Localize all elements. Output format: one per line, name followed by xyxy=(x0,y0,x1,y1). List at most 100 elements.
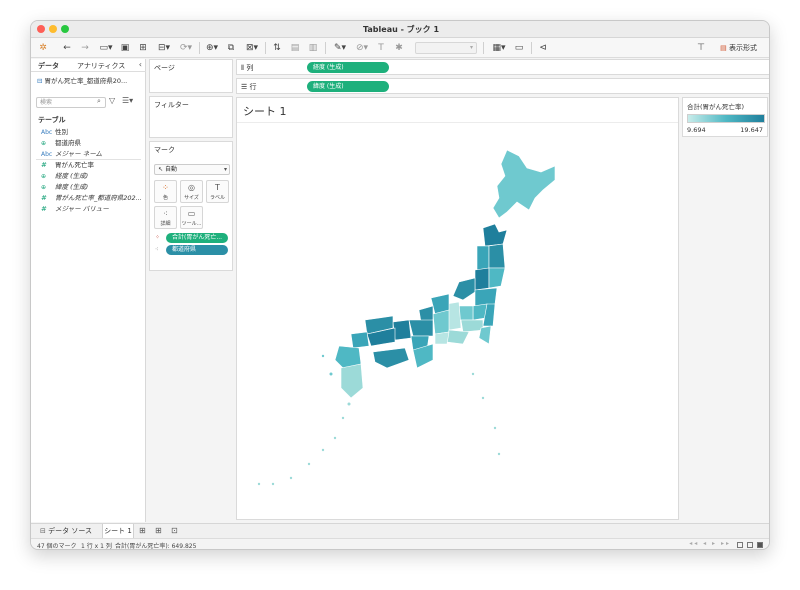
color-field-pill[interactable]: 合計(胃がん死亡... xyxy=(166,233,228,243)
region-aomori[interactable] xyxy=(482,223,508,247)
pause-updates-icon[interactable]: ⊟▾ xyxy=(155,41,173,55)
presentation-mode-icon[interactable]: ▭ xyxy=(513,41,525,55)
share-icon[interactable]: ⊲ xyxy=(537,41,549,55)
filters-card[interactable]: フィルター xyxy=(149,96,233,138)
region-shikoku[interactable] xyxy=(372,347,410,369)
fit-select[interactable]: ▾ xyxy=(415,42,477,54)
pin-icon[interactable]: ⊤ xyxy=(695,41,707,55)
region-akita[interactable] xyxy=(476,245,490,271)
sort-ascending-icon[interactable]: ▤ xyxy=(289,41,301,55)
island-mark xyxy=(289,476,293,480)
island-mark xyxy=(329,372,333,376)
tab-data[interactable]: データ xyxy=(38,61,59,71)
region-gunma[interactable] xyxy=(458,305,474,321)
region-iwate[interactable] xyxy=(488,243,506,269)
filter-icon[interactable]: ▽ xyxy=(109,96,115,105)
mark-type-select[interactable]: ↖ 自動 ▾ xyxy=(154,164,230,175)
list-view-icon[interactable] xyxy=(747,542,753,548)
group-members-icon[interactable]: ⊘▾ xyxy=(353,41,371,55)
island-mark xyxy=(271,482,275,486)
datasource-item[interactable]: ⊟ 胃がん死亡率_都道府県20... xyxy=(37,75,141,85)
grid-view-icon[interactable] xyxy=(737,542,743,548)
marks-card-title: マーク xyxy=(154,146,175,154)
duplicate-sheet-icon[interactable]: ⧉ xyxy=(225,41,237,55)
region-fukui[interactable] xyxy=(418,305,434,323)
show-cards-icon[interactable]: ▦▾ xyxy=(489,41,509,55)
forward-icon[interactable]: → xyxy=(79,41,91,55)
run-update-icon[interactable]: ⟳▾ xyxy=(177,41,195,55)
field-item[interactable]: ⊕ 緯度 (生成) xyxy=(41,182,88,192)
sort-descending-icon[interactable]: ▥ xyxy=(307,41,319,55)
save-icon[interactable]: ▣ xyxy=(119,41,131,55)
show-me-button[interactable]: ▤ 表示形式 xyxy=(720,42,757,54)
label-button[interactable]: T ラベル xyxy=(206,180,229,203)
title-bar: Tableau - ブック 1 xyxy=(31,21,769,38)
island-mark xyxy=(333,436,337,440)
region-kyoto-shiga[interactable] xyxy=(408,319,434,337)
search-icon: ⌕ xyxy=(97,97,101,105)
size-button[interactable]: ◎ サイズ xyxy=(180,180,203,203)
tableau-logo-icon[interactable]: ✲ xyxy=(37,41,49,55)
color-button[interactable]: ⁘ 色 xyxy=(154,180,177,203)
field-item[interactable]: # 胃がん死亡率_都道府県202... xyxy=(41,193,142,203)
region-hyogo[interactable] xyxy=(392,319,412,341)
field-item[interactable]: # 胃がん死亡率 xyxy=(41,160,94,170)
region-chiba[interactable] xyxy=(478,325,492,345)
region-miyagi[interactable] xyxy=(488,267,506,289)
columns-pill[interactable]: 経度 (生成) xyxy=(307,62,389,73)
filmstrip-view-icon[interactable] xyxy=(757,542,763,548)
region-yamagata[interactable] xyxy=(474,267,490,291)
connect-data-icon[interactable]: ▭▾ xyxy=(96,41,116,55)
show-mark-labels-icon[interactable]: T xyxy=(375,41,387,55)
region-shizuoka[interactable] xyxy=(446,329,470,345)
region-hokkaido[interactable] xyxy=(492,149,556,219)
fix-axes-icon[interactable]: ✱ xyxy=(393,41,405,55)
cards-column: ページ フィルター マーク ↖ 自動 ▾ ⁘ 色 ◎ サイズ T ラベル ⁖ 詳細 ▭ ツー… xyxy=(147,59,234,522)
toolbar-separator xyxy=(199,42,200,54)
region-saitama-tokyo[interactable] xyxy=(460,319,484,333)
rows-pill[interactable]: 緯度 (生成) xyxy=(307,81,389,92)
field-search-input[interactable]: 検索 xyxy=(36,97,106,108)
region-gifu[interactable] xyxy=(432,309,450,335)
new-worksheet-icon[interactable]: ⊕▾ xyxy=(203,41,221,55)
swap-rows-columns-icon[interactable]: ⇅ xyxy=(271,41,283,55)
color-icon: ⁘ xyxy=(162,183,169,192)
new-story-icon[interactable]: ⊡ xyxy=(171,524,178,538)
japan-map[interactable] xyxy=(237,98,680,521)
tab-data-source[interactable]: ⊟ データ ソース xyxy=(36,524,102,538)
region-aichi[interactable] xyxy=(434,331,450,345)
island-mark xyxy=(257,482,261,486)
new-worksheet-icon[interactable]: ⊞ xyxy=(139,524,146,538)
tooltip-button[interactable]: ▭ ツール... xyxy=(180,206,203,229)
pages-card[interactable]: ページ xyxy=(149,59,233,93)
sheet-nav-icons[interactable]: ◂◂ ◂ ▸ ▸▸ xyxy=(689,540,731,547)
tab-analytics[interactable]: アナリティクス xyxy=(77,61,125,71)
view-options-icon[interactable]: ☰▾ xyxy=(122,96,133,105)
new-dashboard-icon[interactable]: ⊞ xyxy=(155,524,162,538)
region-niigata[interactable] xyxy=(452,277,476,301)
field-item[interactable]: Abc 性別 xyxy=(41,127,68,137)
data-pane-tabs: データ アナリティクス ‹ xyxy=(31,59,146,72)
collapse-pane-icon[interactable]: ‹ xyxy=(139,60,142,69)
globe-icon: ⊕ xyxy=(41,173,47,180)
detail-field-pill[interactable]: 都道府県 xyxy=(166,245,228,255)
filters-card-title: フィルター xyxy=(154,101,189,109)
region-yamaguchi[interactable] xyxy=(350,331,370,349)
field-item[interactable]: ⊕ 経度 (生成) xyxy=(41,171,88,181)
back-icon[interactable]: ← xyxy=(61,41,73,55)
status-dims: 1 行 x 1 列 xyxy=(81,543,112,550)
region-fukushima[interactable] xyxy=(474,287,498,307)
field-item[interactable]: ⊕ 都道府県 xyxy=(41,138,81,148)
rows-shelf[interactable]: ☰ 行 緯度 (生成) xyxy=(236,78,769,94)
field-item[interactable]: # メジャー バリュー xyxy=(41,204,109,214)
field-item[interactable]: Abc メジャー ネーム xyxy=(41,149,102,159)
highlight-icon[interactable]: ✎▾ xyxy=(331,41,349,55)
clear-sheet-icon[interactable]: ⊠▾ xyxy=(243,41,261,55)
rows-icon: ☰ xyxy=(241,83,250,91)
new-datasource-icon[interactable]: ⊞ xyxy=(137,41,149,55)
tab-sheet-1[interactable]: シート 1 xyxy=(102,524,134,538)
columns-shelf[interactable]: ⦀ 列 経度 (生成) xyxy=(236,59,769,75)
detail-button[interactable]: ⁖ 詳細 xyxy=(154,206,177,229)
region-kyushu-south[interactable] xyxy=(340,363,364,399)
color-legend[interactable]: 合計(胃がん死亡率) 9.694 19.647 xyxy=(682,97,768,137)
